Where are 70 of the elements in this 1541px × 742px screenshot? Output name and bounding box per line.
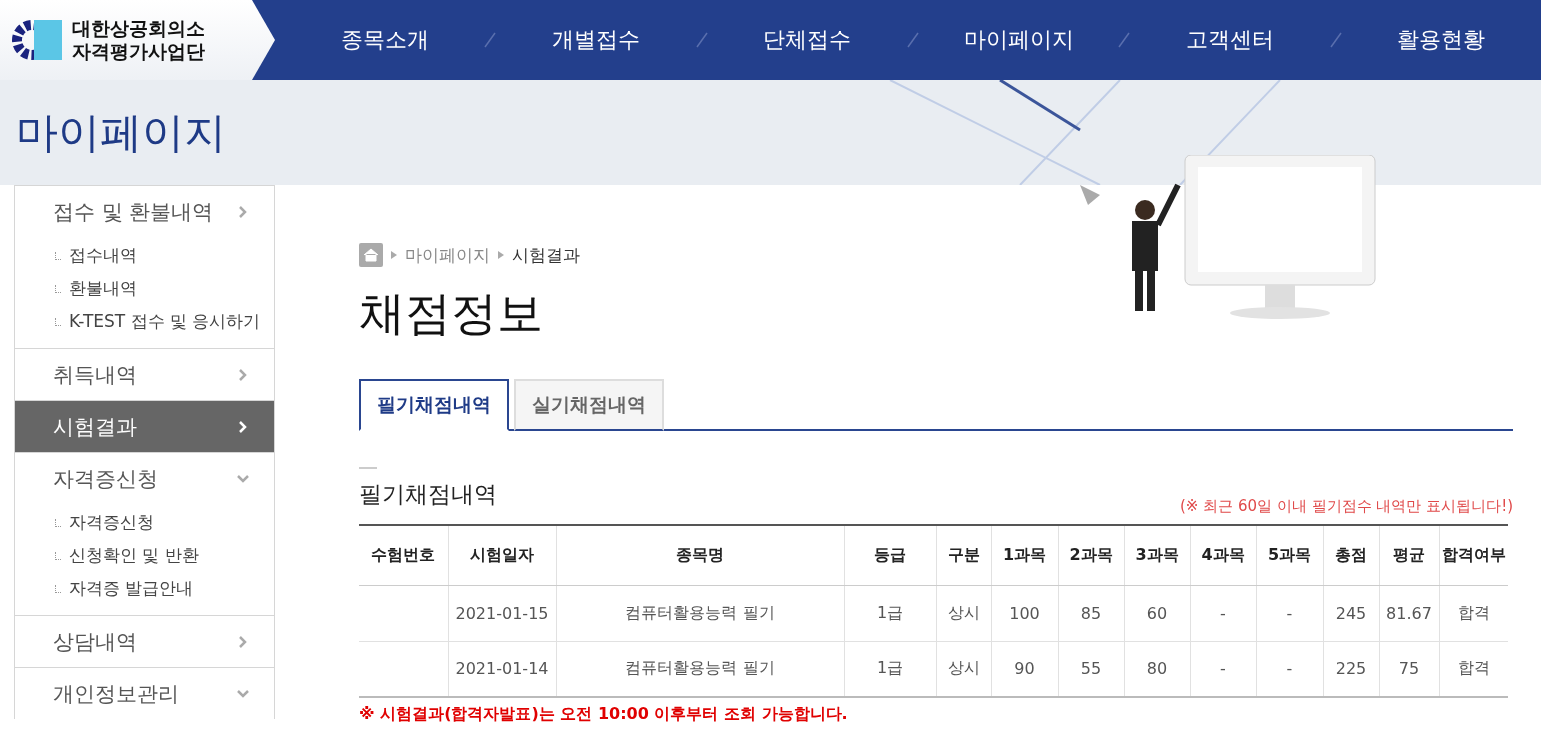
separator-icon [1329,32,1342,48]
sidebar-subitem[interactable]: 접수내역 [55,239,274,272]
sidebar-subitem[interactable]: 자격증 발급안내 [55,572,274,605]
sidebar-subitem[interactable]: K-TEST 접수 및 응시하기 [55,305,274,338]
section-title: 필기채점내역 [359,480,497,509]
column-header: 총점 [1323,525,1379,585]
table-cell: 75 [1379,641,1439,697]
table-cell: 80 [1124,641,1190,697]
table-cell: 컴퓨터활용능력 필기 [556,585,844,641]
nav-link[interactable]: 고객센터 [1130,25,1330,55]
separator-icon [695,32,708,48]
tab[interactable]: 실기채점내역 [514,379,664,431]
column-header: 5과목 [1256,525,1323,585]
column-header: 4과목 [1190,525,1256,585]
home-icon[interactable] [359,243,383,267]
table-cell: - [1256,585,1323,641]
nav-link[interactable]: 단체접수 [707,25,907,55]
table-cell: 60 [1124,585,1190,641]
column-header: 3과목 [1124,525,1190,585]
table-cell: 컴퓨터활용능력 필기 [556,641,844,697]
column-header: 2과목 [1058,525,1124,585]
table-cell: 81.67 [1379,585,1439,641]
column-header: 구분 [936,525,991,585]
table-cell: 합격 [1439,641,1508,697]
notice-text: (※ 최근 60일 이내 필기점수 내역만 표시됩니다!) [1180,497,1513,516]
column-header: 시험일자 [448,525,556,585]
footer-note: ※ 시험결과(합격자발표)는 오전 10:00 이후부터 조회 가능합니다. [359,704,849,725]
nav-link[interactable]: 종목소개 [285,25,485,55]
separator-icon [907,32,919,48]
breadcrumb-link[interactable]: 마이페이지 [405,243,490,267]
nav-link[interactable]: 개별접수 [496,25,696,55]
column-header: 종목명 [556,525,844,585]
table-cell: - [1190,585,1256,641]
table-cell: 상시 [936,641,991,697]
table-cell: 2021-01-14 [448,641,556,697]
column-header: 평균 [1379,525,1439,585]
page-title: 채점정보 [359,285,544,342]
table-cell: 합격 [1439,585,1508,641]
table-cell: 55 [1058,641,1124,697]
column-header: 등급 [844,525,936,585]
nav-link[interactable]: 마이페이지 [919,25,1119,55]
table-cell: 100 [991,585,1058,641]
table-cell: 90 [991,641,1058,697]
sidebar-subitem[interactable]: 신청확인 및 반환 [55,539,274,572]
column-header: 수험번호 [359,525,448,585]
logo[interactable]: 대한상공회의소 자격평가사업단 [0,0,275,80]
column-header: 합격여부 [1439,525,1508,585]
breadcrumb-link[interactable]: 시험결과 [512,243,580,267]
table-cell: - [1190,641,1256,697]
separator-icon [1118,32,1131,48]
tab[interactable]: 필기채점내역 [359,379,509,431]
banner-title: 마이페이지 [16,106,226,159]
separator-icon [484,32,497,48]
nav-link[interactable]: 활용현황 [1341,25,1541,55]
sidebar-item[interactable]: 시험결과 [15,400,274,452]
table-cell: - [1256,641,1323,697]
table-cell: 245 [1323,585,1379,641]
caret-icon [498,251,504,259]
sidebar-subitem[interactable]: 환불내역 [55,272,274,305]
caret-icon [391,251,397,259]
table-cell: 2021-01-15 [448,585,556,641]
logo-text: 대한상공회의소 자격평가사업단 [72,17,205,63]
table-cell: 85 [1058,585,1124,641]
table-cell: 225 [1323,641,1379,697]
table-cell: 상시 [936,585,991,641]
column-header: 1과목 [991,525,1058,585]
sidebar-subitem[interactable]: 자격증신청 [55,506,274,539]
table-cell: 1급 [844,585,936,641]
gear-logo-icon [12,17,64,63]
table-cell: 1급 [844,641,936,697]
